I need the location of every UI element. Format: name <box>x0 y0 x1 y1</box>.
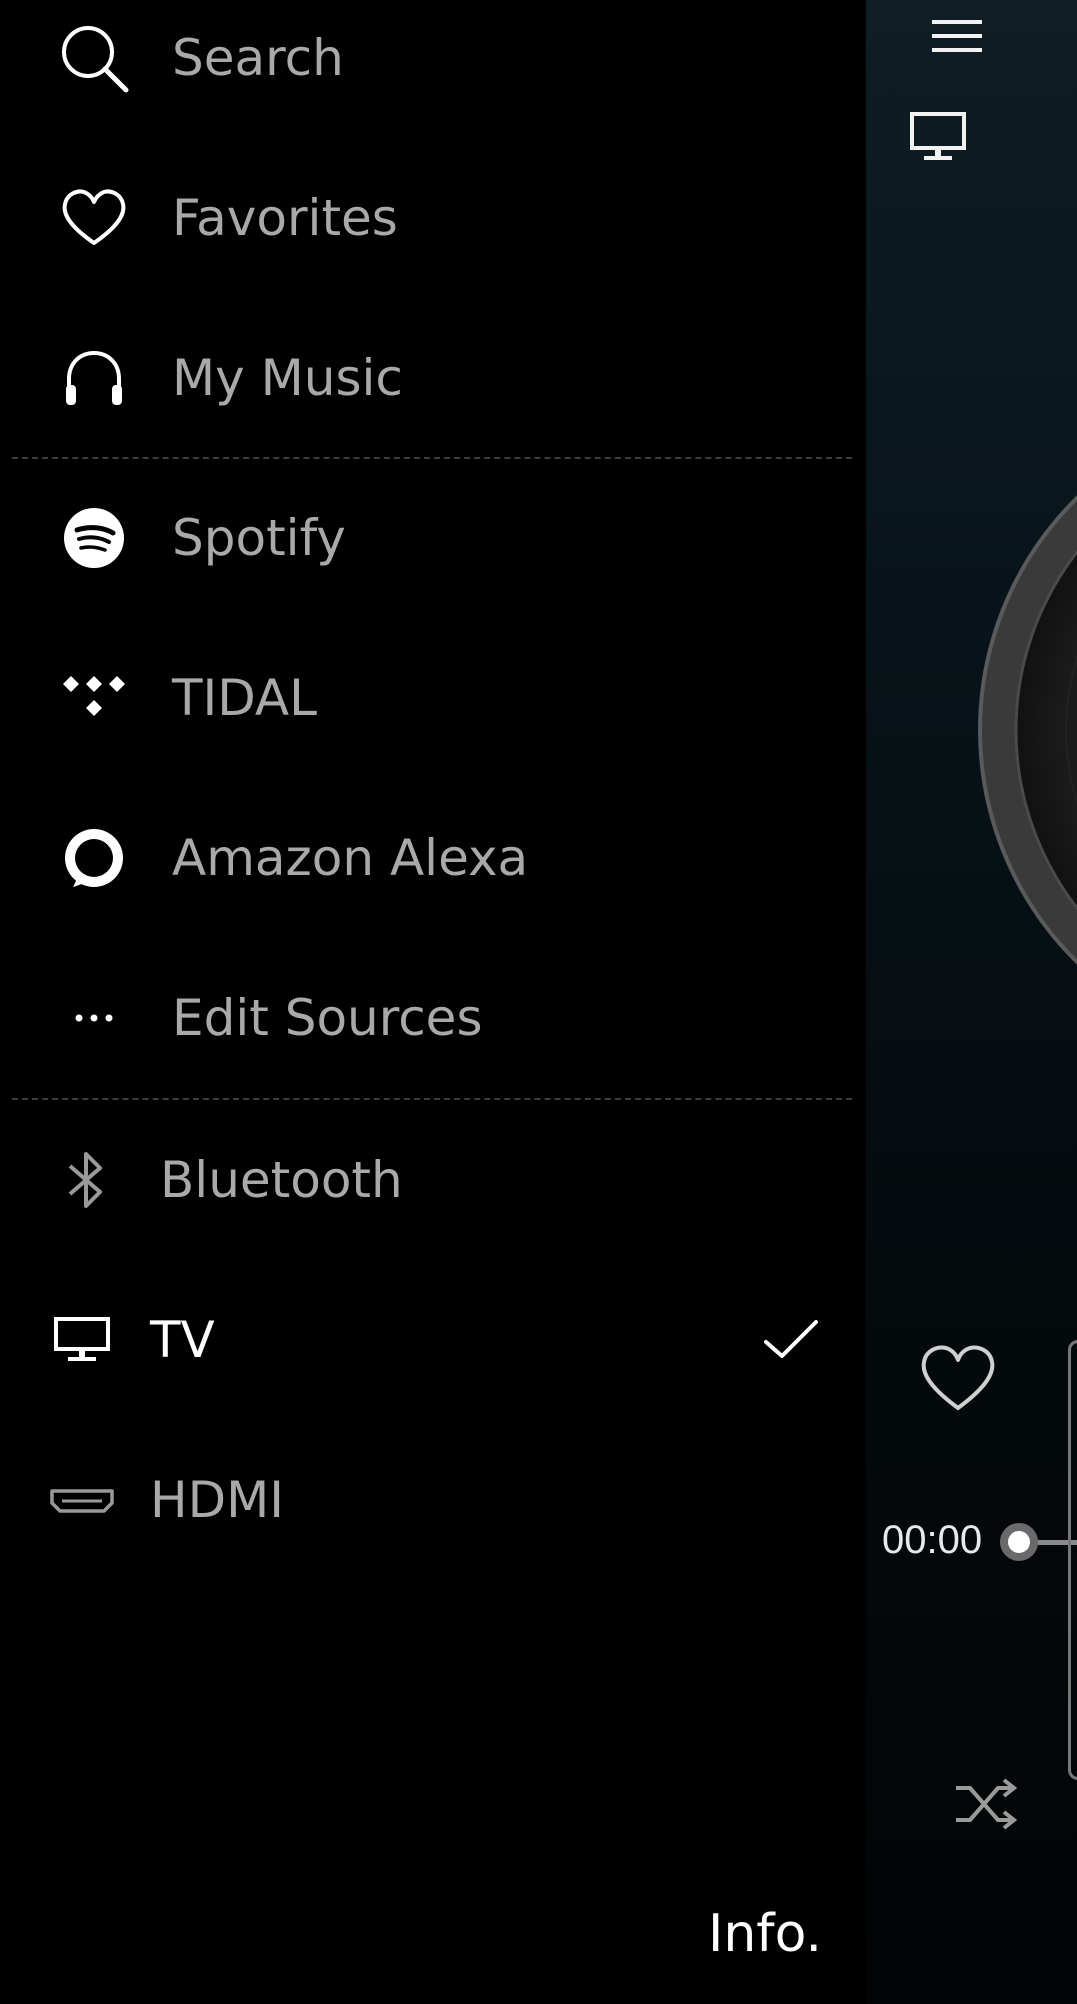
seek-handle[interactable] <box>1000 1523 1038 1561</box>
drawer-item-label: Search <box>172 29 344 87</box>
tv-icon <box>38 1296 126 1384</box>
heart-icon <box>50 174 138 262</box>
more-dots-icon <box>50 974 138 1062</box>
hdmi-icon <box>38 1456 126 1544</box>
drawer-item-spotify[interactable]: Spotify <box>0 458 866 618</box>
album-art-disc <box>976 400 1077 1060</box>
queue-panel-edge[interactable] <box>1068 1340 1077 1780</box>
drawer-item-my-music[interactable]: My Music <box>0 298 866 458</box>
drawer-item-favorites[interactable]: Favorites <box>0 138 866 298</box>
drawer-item-label: Amazon Alexa <box>172 829 529 887</box>
headphones-icon <box>50 334 138 422</box>
tv-icon[interactable] <box>906 110 972 166</box>
drawer-item-label: Favorites <box>172 189 398 247</box>
drawer-item-bluetooth[interactable]: Bluetooth <box>0 1100 866 1260</box>
drawer-item-tidal[interactable]: TIDAL <box>0 618 866 778</box>
shuffle-icon[interactable] <box>952 1774 1022 1834</box>
drawer-item-hdmi[interactable]: HDMI <box>0 1420 866 1580</box>
check-icon <box>760 1312 824 1368</box>
drawer-item-label: Spotify <box>172 509 346 567</box>
navigation-drawer: Search Favorites My Music Spotify TIDAL … <box>0 0 866 2004</box>
alexa-icon <box>50 814 138 902</box>
spotify-icon <box>50 494 138 582</box>
drawer-item-edit-sources[interactable]: Edit Sources <box>0 938 866 1098</box>
now-playing-panel: 00:00 <box>866 0 1077 2004</box>
drawer-item-search[interactable]: Search <box>0 0 866 138</box>
bluetooth-icon <box>42 1136 130 1224</box>
search-icon <box>50 14 138 102</box>
drawer-item-label: Bluetooth <box>160 1151 403 1209</box>
app-screen: 00:00 Search Favorites My Music Spotify … <box>0 0 1077 2004</box>
drawer-item-label: My Music <box>172 349 403 407</box>
drawer-item-label: TIDAL <box>172 669 317 727</box>
drawer-item-label: Edit Sources <box>172 989 483 1047</box>
heart-icon[interactable] <box>918 1342 998 1416</box>
drawer-item-tv[interactable]: TV <box>0 1260 866 1420</box>
menu-icon[interactable] <box>924 14 990 60</box>
drawer-item-label: HDMI <box>150 1471 284 1529</box>
info-link[interactable]: Info. <box>708 1904 822 1964</box>
drawer-item-amazon-alexa[interactable]: Amazon Alexa <box>0 778 866 938</box>
drawer-item-label: TV <box>150 1311 215 1369</box>
tidal-icon <box>50 654 138 742</box>
elapsed-time: 00:00 <box>882 1518 983 1562</box>
